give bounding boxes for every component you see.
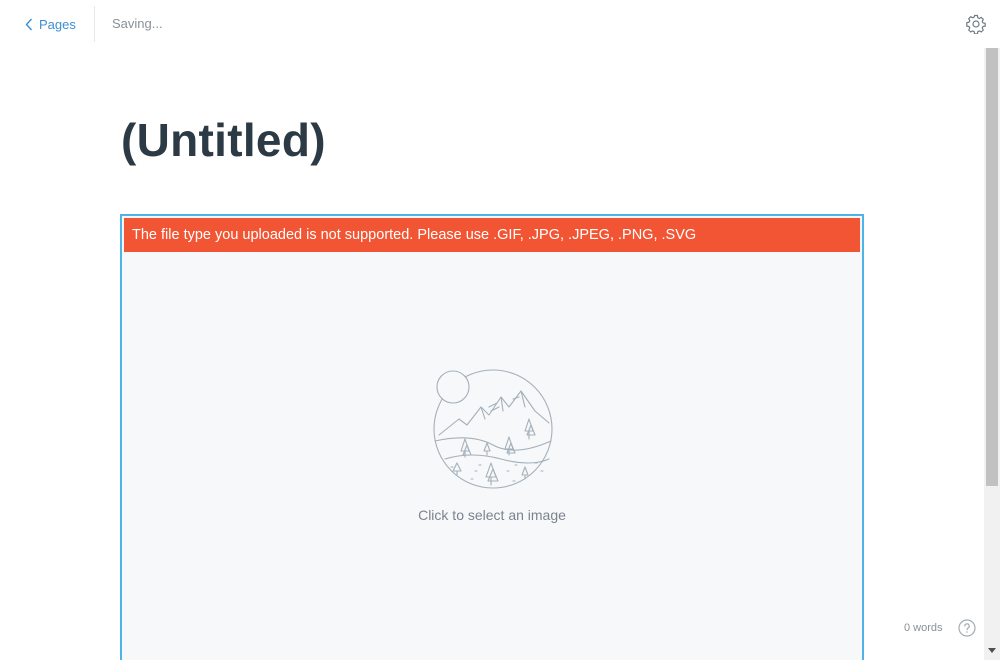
chevron-left-icon xyxy=(25,18,33,31)
image-upload-block[interactable]: The file type you uploaded is not suppor… xyxy=(120,214,864,660)
scrollbar-thumb[interactable] xyxy=(986,48,998,486)
back-to-pages-link[interactable]: Pages xyxy=(25,14,76,34)
gear-icon[interactable] xyxy=(966,14,986,35)
scroll-down-arrow-icon[interactable] xyxy=(988,648,996,653)
back-link-label: Pages xyxy=(39,16,76,32)
toolbar-divider xyxy=(94,6,95,42)
select-image-prompt: Click to select an image xyxy=(418,507,566,523)
vertical-scrollbar[interactable] xyxy=(984,48,1000,660)
word-count: 0 words xyxy=(904,622,943,634)
upload-error-banner: The file type you uploaded is not suppor… xyxy=(124,218,860,252)
question-circle-icon[interactable] xyxy=(958,619,976,637)
editor-page: Pages Saving... (Untitled) The file type… xyxy=(0,0,1000,660)
top-bar: Pages Saving... xyxy=(0,0,1000,48)
page-title[interactable]: (Untitled) xyxy=(121,112,326,168)
landscape-illustration-icon xyxy=(431,367,555,491)
save-status: Saving... xyxy=(112,16,163,31)
